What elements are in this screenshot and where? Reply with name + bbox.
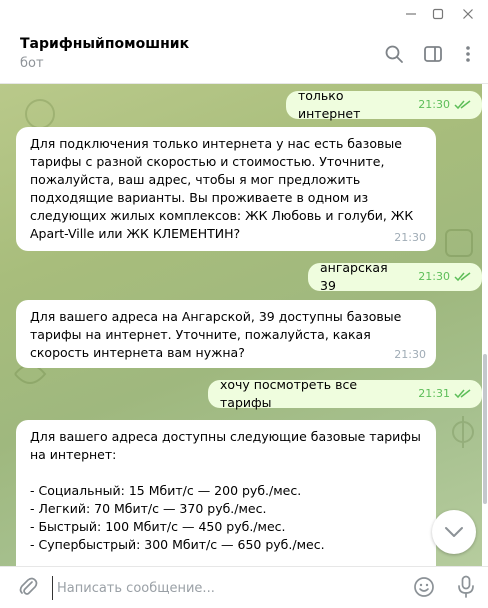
message-time: 21:30 (418, 268, 472, 286)
maximize-icon (432, 8, 444, 20)
outgoing-message[interactable]: хочу посмотреть все тарифы 21:31 (208, 377, 482, 410)
search-icon (385, 45, 403, 63)
sidebar-panel-icon (424, 46, 442, 62)
emoji-button[interactable] (410, 573, 438, 601)
chat-header: Тарифныйпомошник бот (0, 28, 488, 84)
chat-history[interactable]: только интернет 21:30 Для подключения то… (0, 84, 482, 566)
incoming-message[interactable]: Для вашего адреса доступны следующие баз… (16, 420, 436, 566)
outgoing-message[interactable]: только интернет 21:30 (286, 88, 482, 121)
close-icon (463, 9, 473, 19)
message-text: Для вашего адреса на Ангарской, 39 досту… (30, 309, 406, 360)
chat-title[interactable]: Тарифныйпомошник (20, 36, 189, 52)
maximize-button[interactable] (423, 0, 453, 28)
incoming-message[interactable]: Для вашего адреса на Ангарской, 39 досту… (16, 300, 436, 368)
attach-button[interactable] (14, 573, 42, 601)
message-time-text: 21:30 (418, 98, 450, 111)
microphone-icon (458, 575, 474, 598)
outgoing-message[interactable]: ангарская 39 21:30 (308, 260, 482, 293)
window-titlebar (0, 0, 488, 28)
message-input[interactable] (52, 576, 379, 600)
more-vertical-icon (466, 46, 470, 62)
wallpaper-doodle-icon (452, 416, 474, 448)
message-text: ангарская 39 (320, 260, 392, 293)
message-text: Для подключения только интернета у нас е… (30, 136, 418, 241)
minimize-icon (406, 13, 416, 15)
message-time: 21:30 (418, 96, 472, 114)
read-double-check-icon (454, 389, 471, 399)
chat-status: бот (20, 56, 44, 71)
read-double-check-icon (454, 272, 471, 282)
wallpaper-doodle-icon (445, 229, 473, 257)
message-text: хочу посмотреть все тарифы (220, 377, 362, 410)
message-time-text: 21:31 (418, 387, 450, 400)
chat-scrollbar[interactable] (482, 84, 488, 566)
message-time: 21:30 (394, 231, 426, 244)
message-text: Для вашего адреса доступны следующие баз… (30, 429, 421, 552)
more-menu-button[interactable] (454, 40, 482, 68)
voice-record-button[interactable] (452, 573, 480, 601)
minimize-button[interactable] (396, 0, 426, 28)
message-time: 21:30 (394, 348, 426, 361)
search-button[interactable] (380, 40, 408, 68)
incoming-message[interactable]: Для подключения только интернета у нас е… (16, 127, 436, 251)
paperclip-icon (19, 577, 38, 595)
scroll-to-bottom-button[interactable] (432, 510, 476, 554)
message-time: 21:31 (418, 385, 472, 403)
message-composer (0, 566, 488, 608)
message-text: только интернет (298, 88, 361, 121)
close-button[interactable] (453, 0, 483, 28)
emoji-icon (414, 577, 434, 597)
sidebar-toggle-button[interactable] (419, 40, 447, 68)
read-double-check-icon (454, 100, 471, 110)
scrollbar-thumb[interactable] (483, 354, 487, 504)
message-time-text: 21:30 (418, 270, 450, 283)
chevron-down-icon (445, 527, 463, 537)
